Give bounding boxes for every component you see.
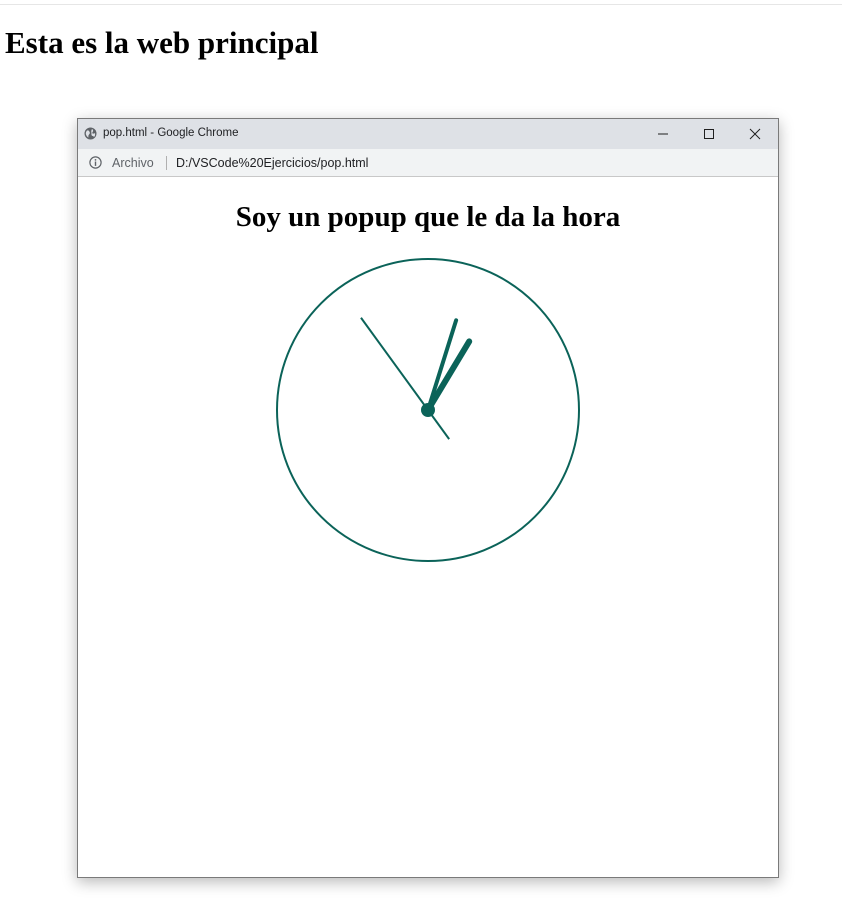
- globe-icon: [84, 127, 97, 140]
- close-icon: [749, 128, 761, 140]
- info-icon[interactable]: [89, 156, 102, 169]
- url-text[interactable]: D:/VSCode%20Ejercicios/pop.html: [176, 156, 368, 170]
- popup-heading: Soy un popup que le da la hora: [235, 201, 621, 233]
- popup-window: pop.html - Google Chrome Archivo D:/VSCo…: [77, 118, 779, 878]
- security-label[interactable]: Archivo: [112, 156, 154, 170]
- main-page-title: Esta es la web principal: [5, 25, 319, 60]
- analog-clock: [276, 258, 580, 562]
- clock-center-dot: [421, 403, 435, 417]
- minimize-button[interactable]: [640, 119, 686, 149]
- maximize-button[interactable]: [686, 119, 732, 149]
- hour-hand: [425, 338, 473, 413]
- top-divider: [0, 4, 842, 5]
- maximize-icon: [704, 129, 714, 139]
- minimize-icon: [658, 133, 668, 135]
- window-title: pop.html - Google Chrome: [103, 127, 239, 139]
- window-titlebar[interactable]: pop.html - Google Chrome: [78, 119, 778, 149]
- address-bar[interactable]: Archivo D:/VSCode%20Ejercicios/pop.html: [78, 149, 778, 177]
- address-separator: [166, 156, 167, 170]
- popup-content: Soy un popup que le da la hora: [78, 177, 778, 877]
- close-button[interactable]: [732, 119, 778, 149]
